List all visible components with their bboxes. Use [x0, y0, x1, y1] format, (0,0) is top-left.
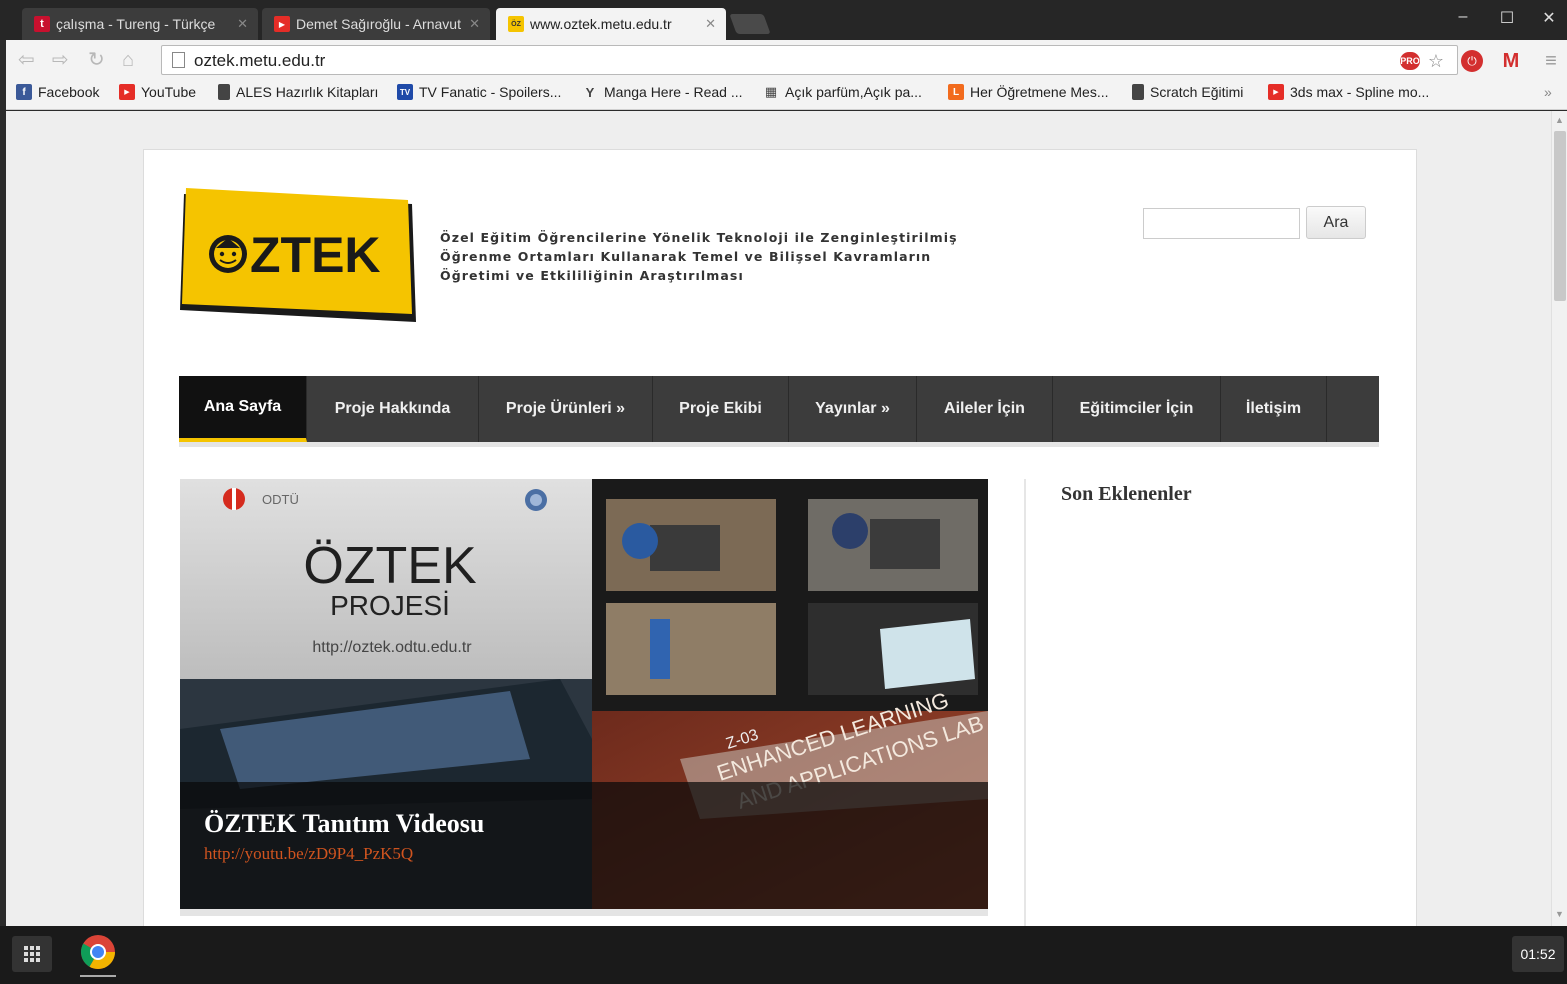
bookmark-ales[interactable]: ALES Hazırlık Kitapları	[218, 84, 378, 100]
scrollbar-thumb[interactable]	[1554, 131, 1566, 301]
bookmark-label: 3ds max - Spline mo...	[1290, 84, 1430, 100]
bookmark-tvfanatic[interactable]: TV TV Fanatic - Spoilers...	[397, 84, 561, 100]
scroll-up-icon[interactable]: ▲	[1555, 115, 1564, 125]
bookmark-label: Her Öğretmene Mes...	[970, 84, 1109, 100]
tagline-line: Öğretimi ve Etkililiğinin Araştırılması	[440, 268, 744, 283]
bookmark-ogretmen[interactable]: L Her Öğretmene Mes...	[948, 84, 1109, 100]
tvfanatic-icon: TV	[397, 84, 413, 100]
bookmark-facebook[interactable]: f Facebook	[16, 84, 99, 100]
tab-title: www.oztek.metu.edu.tr	[530, 16, 672, 32]
facebook-icon: f	[16, 84, 32, 100]
youtube-icon: ▶	[274, 16, 290, 32]
tagline-line: Özel Eğitim Öğrencilerine Yönelik Teknol…	[440, 230, 958, 245]
oztek-icon: ÖZ	[508, 16, 524, 32]
nav-yayinlar[interactable]: Yayınlar »	[789, 376, 917, 442]
bookmark-3dsmax[interactable]: ▶ 3ds max - Spline mo...	[1268, 84, 1429, 100]
bookmark-mangahere[interactable]: Y Manga Here - Read ...	[582, 84, 743, 100]
slider-big-title: ÖZTEK	[303, 537, 477, 595]
os-taskbar: 01:52	[0, 926, 1567, 984]
youtube-icon: ▶	[119, 84, 135, 100]
bookmarks-overflow-icon[interactable]: »	[1544, 84, 1552, 100]
scroll-down-icon[interactable]: ▼	[1555, 909, 1564, 919]
tab-oztek[interactable]: ÖZ www.oztek.metu.edu.tr ✕	[496, 8, 726, 40]
bookmark-label: ALES Hazırlık Kitapları	[236, 84, 379, 100]
star-icon[interactable]: ☆	[1426, 51, 1446, 71]
main-nav: Ana Sayfa Proje Hakkında Proje Ürünleri …	[179, 376, 1379, 447]
back-icon[interactable]: ⇦	[18, 50, 35, 70]
tagline-line: Öğrenme Ortamları Kullanarak Temel ve Bi…	[440, 249, 932, 264]
bookmark-label: YouTube	[141, 84, 197, 100]
bookmarks-bar: f Facebook ▶ YouTube ALES Hazırlık Kitap…	[6, 80, 1567, 110]
forward-icon[interactable]: ⇨	[52, 50, 69, 70]
close-icon[interactable]: ✕	[469, 16, 480, 32]
tab-tureng[interactable]: t çalışma - Tureng - Türkçe ✕	[22, 8, 258, 40]
youtube-icon: ▶	[1268, 84, 1284, 100]
home-icon[interactable]: ⌂	[122, 50, 134, 70]
browser-toolbar: ⇦ ⇨ ↻ ⌂ oztek.metu.edu.tr PRO ☆ ⏻ M ≡	[6, 40, 1567, 80]
page-viewport: ZTEK Özel Eğitim Öğrencilerine Yönelik T…	[6, 111, 1551, 926]
site-tagline: Özel Eğitim Öğrencilerine Yönelik Teknol…	[440, 228, 958, 285]
maximize-icon[interactable]: ☐	[1492, 8, 1522, 28]
bookmark-parfum[interactable]: ▦ Açık parfüm,Açık pa...	[763, 84, 922, 100]
search-input[interactable]	[1143, 208, 1300, 239]
nav-proje-urunleri[interactable]: Proje Ürünleri »	[479, 376, 653, 442]
reload-icon[interactable]: ↻	[88, 50, 105, 70]
oztek-logo[interactable]: ZTEK	[180, 186, 420, 326]
slider-subtitle: PROJESİ	[330, 590, 450, 621]
odtu-label: ODTÜ	[262, 492, 299, 507]
slider-caption: ÖZTEK Tanıtım Videosu http://youtu.be/zD…	[180, 782, 988, 909]
nav-underline	[179, 442, 1379, 447]
minimize-icon[interactable]: ‒	[1448, 8, 1478, 26]
bookmark-label: Açık parfüm,Açık pa...	[785, 84, 922, 100]
gmail-icon[interactable]: M	[1500, 50, 1522, 72]
sidebar-divider	[1024, 479, 1026, 926]
close-icon[interactable]: ✕	[237, 16, 248, 32]
caption-link[interactable]: http://youtu.be/zD9P4_PzK5Q	[204, 844, 413, 864]
chrome-icon[interactable]	[78, 932, 118, 978]
tab-youtube[interactable]: ▶ Demet Sağıroğlu - Arnavut ✕	[262, 8, 490, 40]
close-window-icon[interactable]: ✕	[1534, 8, 1564, 28]
browser-window: t çalışma - Tureng - Türkçe ✕ ▶ Demet Sa…	[0, 0, 1567, 926]
shop-icon: ▦	[764, 84, 778, 99]
site-container: ZTEK Özel Eğitim Öğrencilerine Yönelik T…	[143, 149, 1417, 926]
nav-iletisim[interactable]: İletişim	[1221, 376, 1327, 442]
tab-title: çalışma - Tureng - Türkçe	[56, 16, 216, 32]
search-button[interactable]: Ara	[1306, 206, 1366, 239]
pro-extension-icon[interactable]: PRO	[1400, 52, 1420, 70]
bookmark-scratch[interactable]: Scratch Eğitimi	[1132, 84, 1243, 100]
slider-url: http://oztek.odtu.edu.tr	[312, 639, 472, 656]
featured-slider[interactable]: ODTÜ ÖZTEK PROJESİ http://oztek.odtu.edu…	[180, 479, 988, 909]
app-launcher-icon[interactable]	[12, 936, 52, 972]
tureng-icon: t	[34, 16, 50, 32]
close-icon[interactable]: ✕	[705, 16, 716, 32]
bookmark-label: Facebook	[38, 84, 100, 100]
nav-proje-hakkinda[interactable]: Proje Hakkında	[307, 376, 479, 442]
bookmark-label: TV Fanatic - Spoilers...	[419, 84, 562, 100]
bookmark-youtube[interactable]: ▶ YouTube	[119, 84, 196, 100]
adblock-icon[interactable]: ⏻	[1461, 50, 1483, 72]
ogretmen-icon: L	[948, 84, 964, 100]
bookmark-label: Scratch Eğitimi	[1150, 84, 1244, 100]
address-bar[interactable]: oztek.metu.edu.tr PRO ☆	[161, 45, 1458, 75]
logo-text: ZTEK	[250, 227, 381, 283]
tab-title: Demet Sağıroğlu - Arnavut	[296, 16, 461, 32]
menu-icon[interactable]: ≡	[1540, 50, 1562, 72]
caption-title: ÖZTEK Tanıtım Videosu	[204, 809, 485, 838]
nav-proje-ekibi[interactable]: Proje Ekibi	[653, 376, 789, 442]
page-icon	[172, 52, 185, 68]
slider-shadow	[180, 909, 988, 916]
sidebar-title: Son Eklenenler	[1061, 483, 1192, 505]
nav-aileler-icin[interactable]: Aileler İçin	[917, 376, 1053, 442]
nav-egitimciler-icin[interactable]: Eğitimciler İçin	[1053, 376, 1221, 442]
url-text: oztek.metu.edu.tr	[194, 51, 326, 70]
mangahere-icon: Y	[585, 84, 595, 100]
nav-ana-sayfa[interactable]: Ana Sayfa	[179, 376, 307, 442]
bookmark-label: Manga Here - Read ...	[604, 84, 743, 100]
page-icon	[1132, 84, 1144, 100]
new-tab-button[interactable]	[729, 14, 771, 34]
page-scrollbar[interactable]: ▲ ▼	[1551, 111, 1567, 926]
page-icon	[218, 84, 230, 100]
clock[interactable]: 01:52	[1512, 936, 1564, 972]
tab-strip: t çalışma - Tureng - Türkçe ✕ ▶ Demet Sa…	[0, 0, 1567, 40]
